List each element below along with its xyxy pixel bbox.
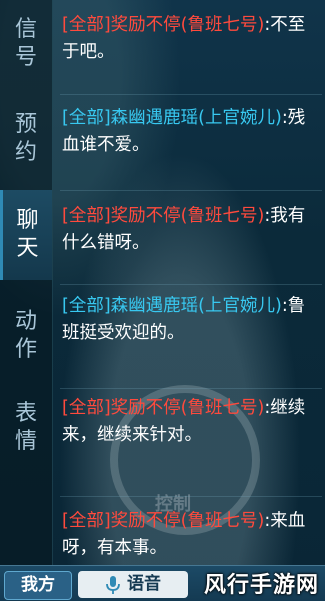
divider (60, 190, 322, 191)
channel-select-button[interactable]: 我方 (4, 571, 72, 600)
message-sender: 森幽遇鹿瑶(上官婉儿) (110, 296, 282, 316)
tab-label: 动作 (14, 309, 37, 362)
chat-message-list[interactable]: [全部]奖励不停(鲁班七号):不至于吧。 [全部]森幽遇鹿瑶(上官婉儿):残血谁… (52, 0, 325, 565)
message-sender: 奖励不停(鲁班七号) (110, 15, 265, 35)
chat-tabs: 信号 预约 聊天 动作 表情 (0, 0, 53, 565)
message-sender: 奖励不停(鲁班七号) (110, 398, 265, 418)
chat-message: [全部]奖励不停(鲁班七号):继续来，继续来针对。 (62, 395, 320, 449)
divider (60, 94, 322, 95)
chat-message: [全部]森幽遇鹿瑶(上官婉儿):鲁班挺受欢迎的。 (62, 293, 320, 347)
message-channel: [全部] (62, 206, 111, 226)
tab-label: 信号 (14, 17, 37, 70)
divider (60, 388, 322, 389)
tab-appointment[interactable]: 预约 (0, 103, 52, 175)
tab-label: 预约 (14, 112, 37, 165)
message-channel: [全部] (62, 511, 111, 531)
tab-emotes[interactable]: 表情 (0, 392, 52, 464)
voice-button-label: 语音 (127, 574, 161, 594)
message-sender: 奖励不停(鲁班七号) (110, 206, 265, 226)
watermark: 风行手游网 (203, 573, 319, 598)
message-channel: [全部] (62, 108, 111, 128)
tab-chat[interactable]: 聊天 (0, 190, 52, 280)
chat-message: [全部]奖励不停(鲁班七号):来血呀，有本事。 (62, 508, 320, 562)
message-channel: [全部] (62, 15, 111, 35)
mic-icon (106, 575, 120, 594)
chat-message: [全部]奖励不停(鲁班七号):不至于吧。 (62, 12, 320, 66)
tab-label: 聊天 (16, 208, 39, 261)
tab-signal[interactable]: 信号 (0, 8, 52, 80)
divider (60, 496, 322, 497)
voice-button[interactable]: 语音 (78, 571, 188, 598)
message-sender: 森幽遇鹿瑶(上官婉儿) (110, 108, 282, 128)
message-sender: 奖励不停(鲁班七号) (110, 511, 265, 531)
message-channel: [全部] (62, 296, 111, 316)
chat-message: [全部]森幽遇鹿瑶(上官婉儿):残血谁不爱。 (62, 105, 320, 159)
chat-message: [全部]奖励不停(鲁班七号):我有什么错呀。 (62, 203, 320, 257)
tab-actions[interactable]: 动作 (0, 300, 52, 372)
tab-label: 表情 (14, 401, 37, 454)
message-channel: [全部] (62, 398, 111, 418)
divider (60, 284, 322, 285)
